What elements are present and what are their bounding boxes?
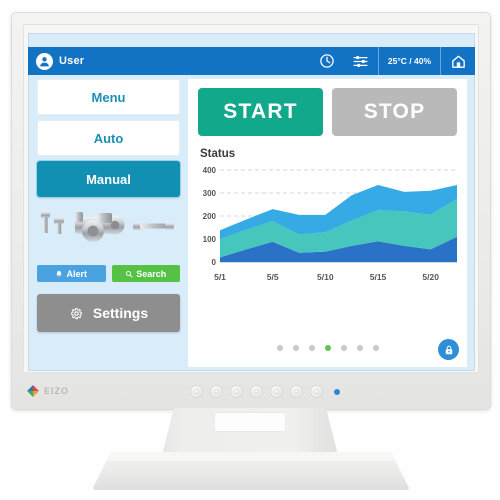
monitor-lower-bezel: EIZO (12, 375, 490, 409)
chart-title: Status (200, 148, 236, 160)
chart-x-tick: 5/1 (214, 272, 226, 282)
bezel-button[interactable] (290, 385, 303, 398)
lock-button[interactable] (438, 339, 459, 360)
bell-icon (56, 270, 63, 277)
lock-icon (445, 345, 452, 354)
stop-button[interactable]: STOP (332, 88, 457, 136)
pagination-dot[interactable] (340, 345, 347, 351)
command-row: START STOP (188, 79, 467, 136)
settings-button[interactable]: Settings (37, 294, 180, 332)
bezel-button[interactable] (310, 385, 323, 398)
clock-icon[interactable] (310, 47, 344, 75)
monitor-body: User 25°C / 40% Menu Auto Manual Alert S… (11, 12, 491, 410)
start-button[interactable]: START (198, 88, 323, 136)
header-user[interactable]: User (28, 52, 156, 70)
pagination-dot[interactable] (356, 345, 363, 351)
bezel-button[interactable] (250, 385, 263, 398)
app-header-bar: User 25°C / 40% (28, 47, 475, 75)
sliders-icon[interactable] (344, 47, 378, 75)
status-area-chart: 0 100 200 300 400 (194, 164, 461, 272)
main-panel: START STOP Status 0 100 200 300 400 5/1 5/5 5/… (188, 79, 467, 367)
bezel-button[interactable] (210, 385, 223, 398)
magnifier-icon (126, 270, 133, 277)
pagination-dot[interactable] (372, 345, 379, 351)
screenshot-root: User 25°C / 40% Menu Auto Manual Alert S… (0, 0, 500, 500)
alert-label: Alert (66, 268, 87, 279)
machine-parts-photo (37, 203, 180, 259)
sidebar-item-menu[interactable]: Menu (37, 79, 180, 115)
start-label: START (223, 100, 298, 123)
eizo-mark-icon (27, 385, 39, 397)
stop-label: STOP (363, 100, 426, 123)
sidebar-item-label: Manual (86, 171, 131, 187)
sidebar-item-auto[interactable]: Auto (37, 120, 180, 156)
search-button[interactable]: Search (111, 265, 180, 282)
chart-x-tick: 5/15 (369, 272, 387, 282)
chart-y-tick: 200 (203, 212, 217, 221)
alert-button[interactable]: Alert (37, 265, 106, 282)
power-led (334, 388, 340, 395)
search-label: Search (136, 268, 167, 279)
pagination-dots[interactable] (276, 345, 379, 351)
app-content: Menu Auto Manual Alert Search Settings S… (28, 75, 475, 371)
pagination-dot[interactable] (276, 345, 283, 351)
chart-x-tick: 5/10 (317, 272, 334, 282)
bezel-button[interactable] (270, 385, 283, 398)
pagination-dot[interactable] (292, 345, 299, 351)
pagination-dot[interactable] (308, 345, 315, 351)
user-avatar-icon (36, 52, 53, 70)
chart-x-tick: 5/5 (266, 272, 279, 282)
home-icon[interactable] (441, 47, 475, 75)
monitor-stand-base-top (105, 452, 397, 461)
chart-y-tick: 100 (203, 235, 217, 244)
sidebar-item-manual[interactable]: Manual (37, 161, 180, 197)
bezel-button[interactable] (230, 385, 243, 398)
quick-actions: Alert Search (37, 265, 180, 282)
chart-y-tick: 300 (203, 189, 217, 198)
stand-handle-cutout (214, 412, 286, 432)
eizo-logo: EIZO (26, 384, 69, 398)
sidebar: Menu Auto Manual Alert Search Settings (37, 79, 180, 332)
gear-icon (70, 307, 82, 319)
climate-readout: 25°C / 40% (377, 47, 441, 75)
chart-x-axis: 5/1 5/5 5/10 5/15 5/20 (194, 272, 461, 286)
chart-y-tick: 400 (203, 166, 217, 175)
user-label: User (59, 55, 85, 67)
chart-x-tick: 5/20 (422, 272, 439, 282)
bezel-button[interactable] (190, 385, 203, 398)
chart-y-tick: 0 (212, 258, 217, 267)
sidebar-item-label: Menu (91, 89, 126, 105)
pagination-dot[interactable] (324, 345, 331, 351)
eizo-wordmark: EIZO (44, 386, 70, 396)
bezel-button-row[interactable] (190, 385, 340, 398)
settings-label: Settings (92, 305, 149, 321)
panel-footer (188, 339, 467, 361)
display-screen: User 25°C / 40% Menu Auto Manual Alert S… (28, 33, 475, 371)
sidebar-item-label: Auto (93, 130, 124, 146)
